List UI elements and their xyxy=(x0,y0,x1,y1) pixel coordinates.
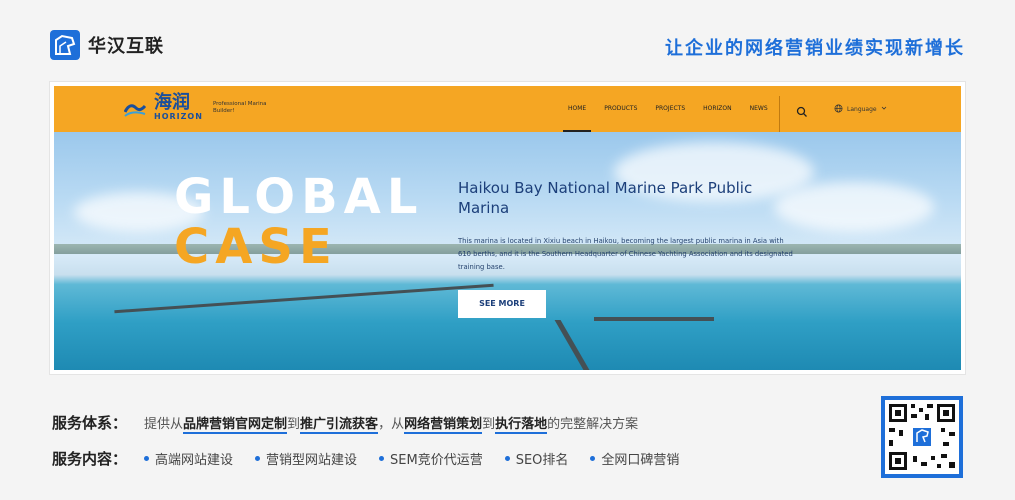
website-preview: 海润 HORIZON Professional Marina Builder! … xyxy=(50,82,965,374)
site-logo-cn: 海润 xyxy=(154,92,190,113)
brand-slogan: 让企业的网络营销业绩实现新增长 xyxy=(665,38,965,59)
list-item: 全网口碑营销 xyxy=(590,449,679,468)
brand-logo[interactable]: 华汉互联 xyxy=(50,30,164,60)
list-item: SEM竞价代运营 xyxy=(379,449,483,468)
list-item: SEO排名 xyxy=(504,449,568,468)
service-content-label: 服务内容： xyxy=(52,450,128,468)
see-more-button[interactable]: SEE MORE xyxy=(458,290,546,318)
list-item: 营销型网站建设 xyxy=(255,449,357,468)
bullet-icon xyxy=(379,456,385,461)
globe-icon xyxy=(834,104,843,115)
site-logo[interactable]: 海润 HORIZON Professional Marina Builder! xyxy=(123,92,273,121)
pier xyxy=(114,283,494,314)
service-content-row: 服务内容： 高端网站建设 营销型网站建设 SEM竞价代运营 SEO排名 全网口碑… xyxy=(52,448,679,469)
service-system-row: 服务体系： 提供从品牌营销官网定制到推广引流获客，从网络营销策划到执行落地的完整… xyxy=(52,412,639,434)
site-logo-subtitle: Professional Marina Builder! xyxy=(212,100,267,114)
hero-banner: GLOBAL CASE Haikou Bay National Marine P… xyxy=(54,132,961,370)
chevron-down-icon xyxy=(881,105,887,113)
nav-projects[interactable]: PROJECTS xyxy=(646,86,694,132)
hero-word-global: GLOBAL xyxy=(174,169,424,225)
nav-news[interactable]: NEWS xyxy=(741,86,777,132)
bullet-icon xyxy=(590,456,596,461)
search-icon[interactable] xyxy=(796,103,808,117)
pier xyxy=(594,317,714,321)
hero-title: Haikou Bay National Marine Park Public M… xyxy=(458,179,753,217)
site-navbar: 海润 HORIZON Professional Marina Builder! … xyxy=(54,86,961,132)
site-logo-en: HORIZON xyxy=(154,112,203,121)
bullet-icon xyxy=(504,456,510,461)
language-label: Language xyxy=(847,105,877,113)
bullet-icon xyxy=(144,456,149,461)
cloud xyxy=(774,182,934,232)
nav-divider xyxy=(779,96,780,132)
hero-word-case: CASE xyxy=(174,219,338,275)
service-system-label: 服务体系： xyxy=(52,414,128,432)
service-system-text: 提供从品牌营销官网定制到推广引流获客，从网络营销策划到执行落地的完整解决方案 xyxy=(144,417,639,434)
nav-products[interactable]: PRODUCTS xyxy=(595,86,646,132)
list-item: 高端网站建设 xyxy=(144,449,233,468)
brand-logo-icon xyxy=(50,30,80,60)
nav-home[interactable]: HOME xyxy=(559,86,595,132)
wave-logo-icon xyxy=(123,98,147,118)
qr-code-pattern xyxy=(885,400,959,474)
qr-pattern-icon xyxy=(889,404,955,470)
hero-description: This marina is located in Xixiu beach in… xyxy=(458,237,793,271)
bullet-icon xyxy=(255,456,261,461)
brand-name: 华汉互联 xyxy=(88,36,164,57)
pier xyxy=(554,320,590,370)
qr-code xyxy=(881,396,963,478)
service-content-list: 高端网站建设 营销型网站建设 SEM竞价代运营 SEO排名 全网口碑营销 xyxy=(144,449,679,468)
site-nav-links: HOME PRODUCTS PROJECTS HORIZON NEWS xyxy=(559,86,777,132)
language-selector[interactable]: Language xyxy=(834,86,887,132)
website-screenshot: 海润 HORIZON Professional Marina Builder! … xyxy=(54,86,961,370)
nav-horizon[interactable]: HORIZON xyxy=(694,86,741,132)
